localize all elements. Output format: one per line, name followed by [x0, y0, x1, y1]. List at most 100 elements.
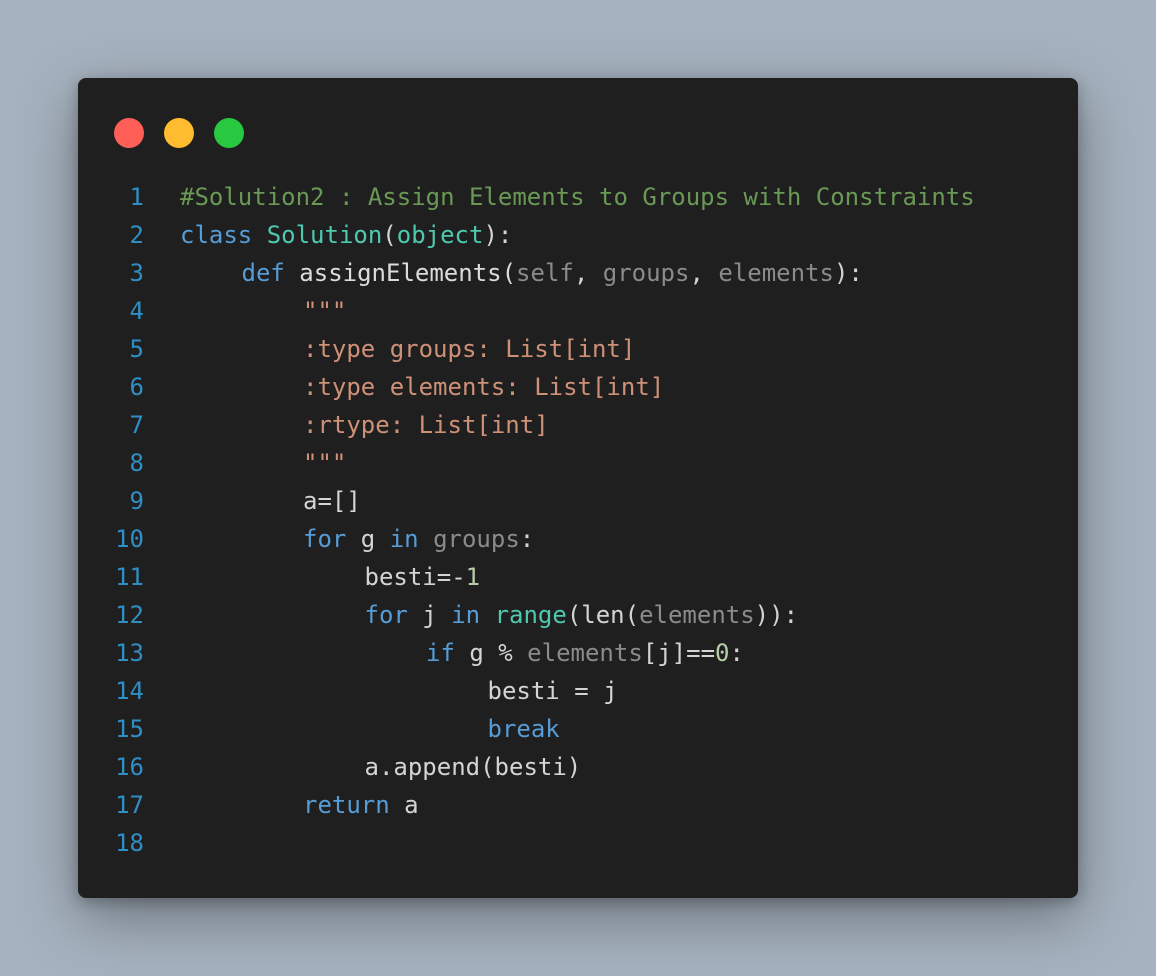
code-text: :type elements: List[int]	[303, 368, 664, 406]
code-text: for j in range(len(elements)):	[365, 596, 799, 634]
code-line: 13 if g % elements[j]==0:	[78, 634, 1078, 672]
code-token: self	[516, 259, 574, 287]
code-line: 10 for g in groups:	[78, 520, 1078, 558]
code-token: :type groups: List[int]	[303, 335, 636, 363]
code-line: 17 return a	[78, 786, 1078, 824]
line-number: 6	[129, 373, 144, 401]
code-token: in	[451, 601, 481, 629]
code-token: a.append(besti)	[364, 753, 582, 781]
code-token: return	[303, 791, 390, 819]
code-token: groups	[602, 259, 690, 287]
code-token: g	[346, 525, 390, 553]
minimize-dot-icon[interactable]	[164, 118, 194, 148]
code-token: class	[180, 221, 253, 249]
code-text: class Solution(object):	[180, 216, 512, 254]
code-text: besti = j	[488, 672, 618, 710]
line-number: 14	[115, 677, 144, 705]
close-dot-icon[interactable]	[114, 118, 144, 148]
line-number: 1	[129, 183, 144, 211]
code-token: #Solution2 : Assign Elements to Groups w…	[180, 183, 975, 211]
code-text: :rtype: List[int]	[303, 406, 549, 444]
code-line: 14 besti = j	[78, 672, 1078, 710]
line-number: 13	[115, 639, 144, 667]
code-text: """	[303, 444, 346, 482]
code-token: )):	[754, 601, 799, 629]
code-token: elements	[639, 601, 755, 629]
code-token: """	[303, 297, 347, 325]
code-line: 4 """	[78, 292, 1078, 330]
code-token: object	[396, 221, 484, 249]
code-token: range	[494, 601, 567, 629]
line-number: 8	[129, 449, 144, 477]
maximize-dot-icon[interactable]	[214, 118, 244, 148]
line-number: 3	[129, 259, 144, 287]
line-number: 2	[129, 221, 144, 249]
code-text: :type groups: List[int]	[303, 330, 635, 368]
code-text: for g in groups:	[303, 520, 534, 558]
line-number: 9	[129, 487, 144, 515]
code-token: elements	[718, 259, 834, 287]
code-token: ):	[833, 259, 863, 287]
code-line: 18	[78, 824, 1078, 862]
code-text: return a	[303, 786, 419, 824]
code-block: 1 #Solution2 : Assign Elements to Groups …	[78, 178, 1078, 862]
code-token: a	[389, 791, 419, 819]
code-token: groups	[433, 525, 520, 553]
code-line: 16 a.append(besti)	[78, 748, 1078, 786]
code-token: elements	[527, 639, 643, 667]
code-token: ,	[573, 259, 603, 287]
code-token: assignElements(	[284, 259, 517, 287]
code-text: besti=-1	[365, 558, 481, 596]
code-token: ,	[689, 259, 719, 287]
code-token: Solution	[266, 221, 383, 249]
line-number: 17	[115, 791, 144, 819]
code-token: for	[364, 601, 408, 629]
code-line: 12 for j in range(len(elements)):	[78, 596, 1078, 634]
code-line: 8 """	[78, 444, 1078, 482]
code-text: """	[303, 292, 346, 330]
code-line: 5 :type groups: List[int]	[78, 330, 1078, 368]
line-number: 11	[115, 563, 144, 591]
code-token: (len(	[566, 601, 640, 629]
code-token: break	[487, 715, 560, 743]
code-line: 15 break	[78, 710, 1078, 748]
code-line: 6 :type elements: List[int]	[78, 368, 1078, 406]
code-text: if g % elements[j]==0:	[426, 634, 744, 672]
code-token: for	[303, 525, 347, 553]
line-number: 4	[129, 297, 144, 325]
code-token: %	[498, 639, 513, 667]
line-number: 18	[115, 829, 144, 857]
code-token: ):	[483, 221, 513, 249]
code-text: def assignElements(self, groups, element…	[242, 254, 863, 292]
code-text: a=[]	[303, 482, 361, 520]
code-token: :rtype: List[int]	[303, 411, 549, 439]
code-window: 1 #Solution2 : Assign Elements to Groups …	[78, 78, 1078, 898]
code-token: in	[389, 525, 419, 553]
code-text: break	[488, 710, 560, 748]
code-token: 1	[465, 563, 481, 591]
code-line: 3 def assignElements(self, groups, elemen…	[78, 254, 1078, 292]
code-line: 11 besti=-1	[78, 558, 1078, 596]
code-token: besti = j	[487, 677, 618, 705]
line-number: 12	[115, 601, 144, 629]
code-token: besti=-	[364, 563, 466, 591]
code-token: a=[]	[303, 487, 361, 515]
line-number: 15	[115, 715, 144, 743]
code-text: #Solution2 : Assign Elements to Groups w…	[180, 178, 975, 216]
code-token: (	[382, 221, 397, 249]
code-token: g	[454, 639, 499, 667]
line-number: 16	[115, 753, 144, 781]
code-token: [j]==	[642, 639, 716, 667]
line-number: 7	[129, 411, 144, 439]
code-line: 1 #Solution2 : Assign Elements to Groups …	[78, 178, 1078, 216]
line-number: 10	[115, 525, 144, 553]
code-line: 7 :rtype: List[int]	[78, 406, 1078, 444]
code-token: j	[407, 601, 452, 629]
code-token: :	[729, 639, 744, 667]
code-token: def	[241, 259, 285, 287]
line-number: 5	[129, 335, 144, 363]
